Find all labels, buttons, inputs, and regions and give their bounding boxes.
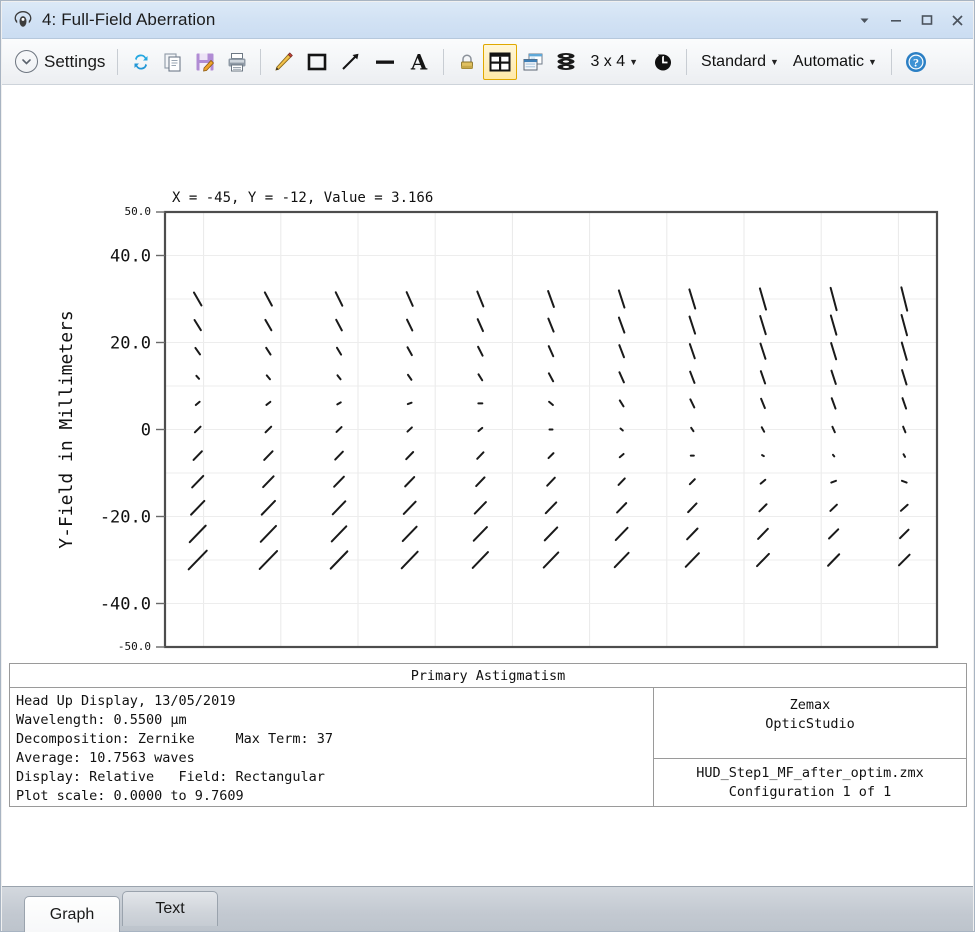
scale-mode-label: Automatic xyxy=(793,53,864,71)
refresh-icon[interactable] xyxy=(125,44,157,80)
svg-text:-35.4: -35.4 xyxy=(371,658,422,660)
chevron-down-icon xyxy=(15,50,38,73)
minimize-button[interactable] xyxy=(880,2,911,38)
zemax-logo-icon xyxy=(10,7,36,33)
window-controls xyxy=(849,2,973,38)
svg-text:0: 0 xyxy=(141,421,151,441)
toolbar-separator xyxy=(117,49,118,75)
svg-text:-88.5: -88.5 xyxy=(139,658,190,660)
chevron-down-icon: ▼ xyxy=(868,57,877,67)
toolbar-separator xyxy=(686,49,687,75)
file-and-configuration: HUD_Step1_MF_after_optim.zmx Configurati… xyxy=(654,759,966,806)
window-title: 4: Full-Field Aberration xyxy=(42,10,215,30)
brand-name-line2: OpticStudio xyxy=(765,715,854,734)
svg-text:-53.1: -53.1 xyxy=(294,658,345,660)
window-titlebar: 4: Full-Field Aberration xyxy=(2,2,973,39)
svg-text:17.7: 17.7 xyxy=(608,658,649,660)
arrow-icon[interactable] xyxy=(334,44,368,80)
toolbar-separator xyxy=(260,49,261,75)
tab-text[interactable]: Text xyxy=(122,891,218,926)
render-style-dropdown[interactable]: Standard ▼ xyxy=(694,44,786,80)
print-icon[interactable] xyxy=(221,44,253,80)
chevron-down-icon: ▼ xyxy=(629,57,638,67)
tab-graph[interactable]: Graph xyxy=(24,896,120,932)
svg-text:-17.7: -17.7 xyxy=(448,658,499,660)
graph-content-area: X = -45, Y = -12, Value = 3.166 50.0 40.0 2… xyxy=(2,85,973,886)
tab-graph-label: Graph xyxy=(50,906,94,924)
svg-text:20.0: 20.0 xyxy=(110,334,151,354)
svg-text:-40.0: -40.0 xyxy=(100,595,151,615)
settings-label: Settings xyxy=(44,52,105,72)
reset-icon[interactable] xyxy=(647,44,679,80)
svg-text:70.8: 70.8 xyxy=(839,658,880,660)
plot-svg: X = -45, Y = -12, Value = 3.166 50.0 40.0 2… xyxy=(2,85,973,660)
info-body: Head Up Display, 13/05/2019 Wavelength: … xyxy=(9,687,967,807)
layers-icon[interactable] xyxy=(549,44,583,80)
lock-icon[interactable] xyxy=(451,44,483,80)
toolbar-separator xyxy=(891,49,892,75)
svg-text:Y-Field in Millimeters: Y-Field in Millimeters xyxy=(56,310,77,548)
grid-size-label: 3 x 4 xyxy=(590,53,625,71)
svg-text:-70.8: -70.8 xyxy=(217,658,268,660)
save-icon[interactable] xyxy=(189,44,221,80)
svg-text:X = -45, Y = -12, Value = 3.16: X = -45, Y = -12, Value = 3.166 xyxy=(172,190,433,206)
line-icon[interactable] xyxy=(368,44,402,80)
close-button[interactable] xyxy=(942,2,973,38)
svg-text:50.0: 50.0 xyxy=(125,205,152,218)
titlebar-dropdown-button[interactable] xyxy=(849,2,880,38)
full-field-aberration-window: 4: Full-Field Aberration Settings xyxy=(0,0,975,932)
toolbar-separator xyxy=(443,49,444,75)
scale-mode-dropdown[interactable]: Automatic ▼ xyxy=(786,44,884,80)
clone-window-icon[interactable] xyxy=(517,44,549,80)
svg-text:40.0: 40.0 xyxy=(110,247,151,267)
svg-text:A: A xyxy=(410,50,428,74)
svg-text:-20.0: -20.0 xyxy=(100,508,151,528)
grid-size-dropdown[interactable]: 3 x 4 ▼ xyxy=(583,44,643,80)
window-grid-icon[interactable] xyxy=(483,44,517,80)
help-icon[interactable]: ? xyxy=(899,44,933,80)
svg-text:35.4: 35.4 xyxy=(685,658,726,660)
plot-subtitle: Primary Astigmatism xyxy=(9,663,967,687)
product-branding: Zemax OpticStudio xyxy=(654,688,966,759)
brand-name-line1: Zemax xyxy=(790,696,831,715)
tab-text-label: Text xyxy=(155,900,184,918)
render-style-label: Standard xyxy=(701,53,766,71)
chevron-down-icon: ▼ xyxy=(770,57,779,67)
plot-info-panel: Primary Astigmatism Head Up Display, 13/… xyxy=(9,663,967,807)
svg-text:?: ? xyxy=(913,55,919,69)
annotate-pencil-icon[interactable] xyxy=(268,44,300,80)
configuration-label: Configuration 1 of 1 xyxy=(729,783,892,802)
svg-text:0: 0 xyxy=(546,658,556,660)
analysis-parameters-text: Head Up Display, 13/05/2019 Wavelength: … xyxy=(9,687,654,807)
copy-icon[interactable] xyxy=(157,44,189,80)
rectangle-icon[interactable] xyxy=(300,44,334,80)
file-name: HUD_Step1_MF_after_optim.zmx xyxy=(696,764,924,783)
svg-text:53.1: 53.1 xyxy=(762,658,803,660)
graph-toolbar: Settings xyxy=(2,39,973,85)
svg-text:88.5: 88.5 xyxy=(917,658,958,660)
maximize-button[interactable] xyxy=(911,2,942,38)
text-A-icon[interactable]: A xyxy=(402,44,436,80)
svg-text:-50.0: -50.0 xyxy=(118,640,151,653)
settings-button[interactable]: Settings xyxy=(8,44,110,80)
full-field-aberration-plot[interactable]: X = -45, Y = -12, Value = 3.166 50.0 40.0 2… xyxy=(2,85,973,660)
view-tabstrip: Graph Text xyxy=(2,886,973,931)
file-info-box: Zemax OpticStudio HUD_Step1_MF_after_opt… xyxy=(654,687,967,807)
